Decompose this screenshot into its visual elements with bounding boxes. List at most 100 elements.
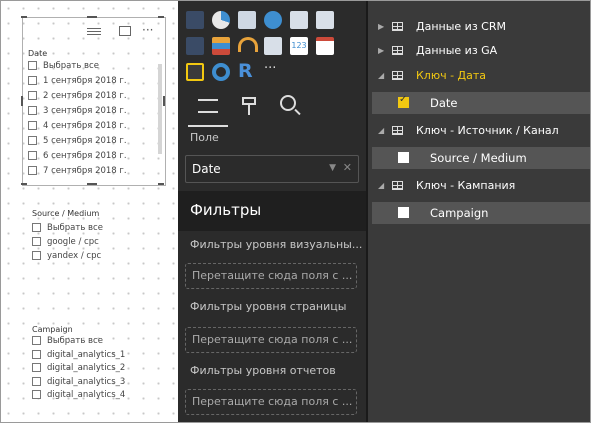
- filled-map-icon[interactable]: [186, 37, 204, 55]
- slicer-campaign-title: Campaign: [32, 325, 73, 334]
- fields-tab[interactable]: [188, 89, 228, 127]
- chevron-down-icon[interactable]: ▼: [329, 163, 336, 173]
- checkbox[interactable]: [28, 151, 37, 160]
- table-key-date[interactable]: ◢ Ключ - Дата: [368, 64, 590, 88]
- field-row-date[interactable]: Date: [372, 92, 590, 114]
- checkbox[interactable]: [28, 61, 37, 70]
- field-name: Date: [430, 96, 458, 110]
- checkbox[interactable]: [32, 363, 41, 373]
- page-filters-dropzone[interactable]: Перетащите сюда поля с ...: [185, 327, 357, 353]
- slicer-date-item-label: 7 сентября 2018 г.: [43, 166, 127, 176]
- field-row-campaign[interactable]: Campaign: [372, 202, 590, 224]
- resize-handle-bottom[interactable]: [87, 183, 97, 185]
- globe-icon[interactable]: [264, 11, 282, 29]
- field-checkbox-checked[interactable]: [398, 94, 409, 108]
- field-well-date[interactable]: Date ▼ ✕: [185, 155, 359, 183]
- slicer-date-item[interactable]: 6 сентября 2018 г.: [28, 151, 127, 161]
- funnel-icon[interactable]: [212, 37, 230, 55]
- checkbox[interactable]: [32, 251, 41, 260]
- checkbox[interactable]: [32, 349, 41, 359]
- magnifier-chart-icon: [280, 95, 296, 111]
- slicer-date-item[interactable]: Выбрать все: [28, 61, 99, 71]
- focus-mode-icon[interactable]: [119, 26, 131, 36]
- field-section-label: Поле: [190, 131, 219, 144]
- slicer-source-item[interactable]: Выбрать все: [32, 223, 103, 233]
- drag-lines-icon[interactable]: [87, 27, 101, 36]
- checkbox[interactable]: [32, 237, 41, 246]
- multi-row-card-icon[interactable]: [316, 37, 334, 55]
- expand-arrow-icon[interactable]: ▶: [378, 46, 384, 55]
- pie-chart-icon[interactable]: [212, 11, 230, 29]
- checkbox[interactable]: [28, 121, 37, 130]
- table-name: Данные из CRM: [416, 20, 506, 33]
- checkbox[interactable]: [32, 336, 41, 345]
- slicer-campaign-item[interactable]: digital_analytics_2: [32, 363, 125, 373]
- gauge-icon[interactable]: [238, 37, 258, 52]
- table-key-campaign[interactable]: ◢ Ключ - Кампания: [368, 174, 590, 198]
- checkbox[interactable]: [28, 76, 37, 85]
- remove-field-icon[interactable]: ✕: [343, 161, 352, 174]
- donut-icon[interactable]: [212, 63, 230, 81]
- slicer-source-item[interactable]: google / cpc: [32, 237, 99, 247]
- field-row-source-medium[interactable]: Source / Medium: [372, 147, 590, 169]
- checkbox[interactable]: [32, 223, 41, 232]
- pane-tabs: [178, 89, 366, 127]
- table-icon: [392, 22, 403, 31]
- slicer-date-item[interactable]: 1 сентября 2018 г.: [28, 76, 127, 86]
- checkbox[interactable]: [32, 390, 41, 400]
- report-filters-dropzone[interactable]: Перетащите сюда поля с ...: [185, 389, 357, 415]
- slicer-campaign-item[interactable]: digital_analytics_4: [32, 390, 125, 400]
- collapse-arrow-icon[interactable]: ◢: [378, 126, 384, 135]
- more-options-icon[interactable]: ···: [142, 23, 153, 37]
- resize-handle-corner-tl[interactable]: [21, 16, 27, 18]
- field-checkbox[interactable]: [398, 207, 409, 218]
- slicer-date-item[interactable]: 7 сентября 2018 г.: [28, 166, 127, 176]
- collapse-arrow-icon[interactable]: ◢: [378, 181, 384, 190]
- resize-handle-corner-bl[interactable]: [21, 183, 27, 185]
- filters-heading: Фильтры: [190, 201, 262, 219]
- checkbox[interactable]: [28, 136, 37, 145]
- page-filters-label: Фильтры уровня страницы: [190, 300, 347, 313]
- more-visuals-icon[interactable]: ···: [264, 61, 282, 79]
- analytics-tab[interactable]: [272, 89, 312, 125]
- slicer-campaign-item[interactable]: Выбрать все: [32, 336, 103, 346]
- table-key-source[interactable]: ◢ Ключ - Источник / Канал: [368, 119, 590, 143]
- grid-icon[interactable]: [316, 11, 334, 29]
- checkbox[interactable]: [28, 91, 37, 100]
- field-checkbox[interactable]: [398, 152, 409, 163]
- slicer-source-item[interactable]: yandex / cpc: [32, 251, 101, 261]
- table-name: Данные из GA: [416, 44, 498, 57]
- slicer-date-item[interactable]: 4 сентября 2018 г.: [28, 121, 127, 131]
- r-visual-icon[interactable]: R: [238, 60, 256, 82]
- collapse-arrow-icon[interactable]: ◢: [378, 71, 384, 80]
- table-icon[interactable]: [238, 11, 256, 29]
- table-icon: [392, 126, 403, 135]
- slicer-date-item[interactable]: 3 сентября 2018 г.: [28, 106, 127, 116]
- slicer-campaign-item[interactable]: digital_analytics_1: [32, 349, 125, 360]
- table-crm[interactable]: ▶ Данные из CRM: [368, 15, 590, 39]
- resize-handle-top[interactable]: [87, 16, 97, 18]
- slicer-icon[interactable]: [186, 63, 204, 81]
- table-ga[interactable]: ▶ Данные из GA: [368, 39, 590, 63]
- slicer-date-item[interactable]: 2 сентября 2018 г.: [28, 91, 127, 101]
- map-icon[interactable]: [186, 11, 204, 29]
- checkbox[interactable]: [28, 106, 37, 115]
- table-name: Ключ - Источник / Канал: [416, 124, 559, 137]
- visualizations-pane: 123 R ··· Поле Date ▼ ✕ Фильтры Фильтры …: [178, 1, 366, 422]
- report-canvas[interactable]: ··· Date Выбрать все 1 сентября 2018 г. 2 …: [1, 1, 177, 422]
- expand-arrow-icon[interactable]: ▶: [378, 22, 384, 31]
- checkbox[interactable]: [32, 376, 41, 386]
- resize-handle-corner-br[interactable]: [158, 183, 164, 185]
- slicer-campaign-item[interactable]: digital_analytics_3: [32, 376, 125, 387]
- kpi-list-icon[interactable]: [264, 37, 282, 55]
- matrix-icon[interactable]: [290, 11, 308, 29]
- checkbox[interactable]: [28, 166, 37, 175]
- visual-filters-dropzone[interactable]: Перетащите сюда поля с ...: [185, 263, 357, 289]
- resize-handle-right[interactable]: [163, 96, 165, 106]
- resize-handle-left[interactable]: [21, 96, 23, 106]
- format-tab[interactable]: [230, 89, 270, 125]
- slicer-date-item[interactable]: 5 сентября 2018 г.: [28, 136, 127, 146]
- resize-handle-corner-tr[interactable]: [158, 16, 164, 18]
- card-123-icon[interactable]: 123: [290, 37, 308, 55]
- slicer-scrollbar[interactable]: [158, 64, 162, 154]
